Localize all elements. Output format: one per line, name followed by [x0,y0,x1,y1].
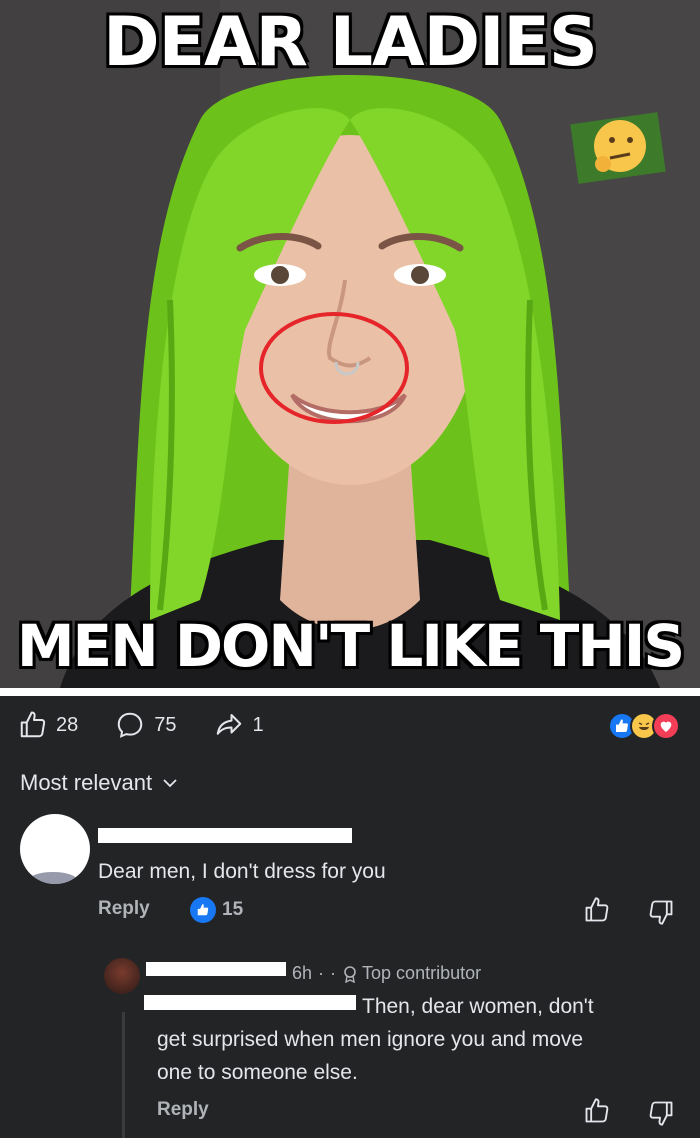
share-arrow-icon [216,714,241,735]
avatar[interactable] [20,814,90,884]
avatar[interactable] [104,958,140,994]
reaction-summary[interactable] [608,712,680,740]
woman-portrait-illustration [0,0,700,688]
share-count: 1 [252,713,264,736]
top-contributor-label: Top contributor [362,963,482,983]
comment-like-summary: 15 [190,897,243,923]
engagement-bar: 28 75 1 [0,696,700,754]
comment-sort-dropdown[interactable]: Most relevant [0,754,700,812]
reply-button[interactable]: Reply [98,898,150,920]
comment-like-count: 15 [222,899,244,920]
thumbs-up-icon [20,711,46,738]
redacted-tagged-name [144,995,356,1010]
comment-stat[interactable]: 75 [114,710,177,740]
top-contributor-badge-icon [344,965,356,983]
sort-label: Most relevant [20,770,153,795]
dislike-comment-button-icon[interactable] [647,898,675,926]
comment-bubble-icon [117,712,143,738]
reply-meta: 6h · · Top contributor [292,963,482,983]
image-divider [0,688,700,696]
like-count: 28 [56,713,79,736]
redacted-replier-name [146,962,286,976]
love-reaction-icon [652,712,680,740]
reply-button[interactable]: Reply [157,1099,209,1121]
chevron-down-icon [163,779,177,788]
share-stat[interactable]: 1 [213,710,264,740]
reply-text-line-2: get surprised when men ignore you and mo… [157,1028,584,1051]
comment-text: Dear men, I don't dress for you [98,860,386,883]
like-comment-button-icon[interactable] [583,896,611,924]
thread-connector-line [122,1012,125,1138]
like-stat[interactable]: 28 [18,710,78,740]
meme-top-caption: DEAR LADIES [103,3,598,82]
reply-time: 6h [292,963,313,983]
dislike-reply-button-icon[interactable] [647,1099,675,1127]
reply-text-line-1: Then, dear women, don't [362,995,594,1018]
like-badge-icon [190,897,216,923]
redacted-commenter-name [98,828,352,843]
like-reply-button-icon[interactable] [583,1097,611,1125]
meme-bottom-caption: MEN DON'T LIKE THIS [16,612,685,680]
reply-text-line-3: one to someone else. [157,1061,358,1084]
comment-count: 75 [154,713,177,736]
post-image[interactable]: DEAR LADIES MEN DON'T LIKE THIS [0,0,700,688]
